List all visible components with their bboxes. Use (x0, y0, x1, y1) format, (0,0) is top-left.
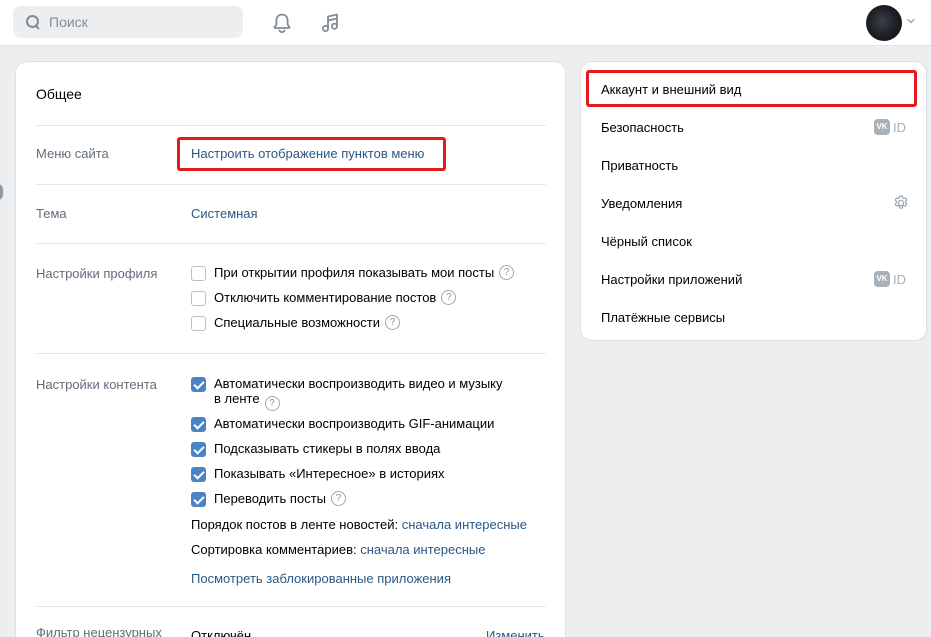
bell-icon[interactable] (270, 11, 294, 35)
checkbox[interactable] (191, 291, 206, 306)
checkbox[interactable] (191, 316, 206, 331)
checkbox[interactable] (191, 266, 206, 281)
content-option-sticker-hints[interactable]: Подсказывать стикеры в полях ввода (191, 441, 440, 457)
sidebar-item-notifications[interactable]: Уведомления (601, 196, 682, 211)
checkbox-checked[interactable] (191, 377, 206, 392)
sidebar-item-privacy[interactable]: Приватность (601, 158, 678, 173)
profile-option-show-posts[interactable]: При открытии профиля показывать мои пост… (191, 265, 515, 281)
content-settings-label: Настройки контента (36, 377, 157, 392)
sidebar-item-account[interactable]: Аккаунт и внешний вид (601, 82, 741, 97)
divider (36, 353, 546, 354)
option-label: Показывать «Интересное» в историях (214, 466, 445, 481)
help-icon[interactable]: ? (384, 315, 400, 330)
sidebar-item-app-settings[interactable]: Настройки приложений (601, 272, 742, 287)
vk-logo-icon: VK (874, 271, 890, 287)
divider (36, 184, 546, 185)
vk-id-text: ID (893, 119, 906, 135)
search-icon (26, 15, 40, 29)
feed-order-link[interactable]: сначала интересные (402, 517, 527, 532)
page-title: Общее (36, 86, 82, 102)
profanity-filter-value: Отключён (191, 628, 252, 637)
search-box[interactable] (13, 6, 243, 38)
profanity-filter-label: Фильтр нецензурных (36, 625, 162, 637)
option-label: Автоматически воспроизводить видео и муз… (214, 376, 503, 391)
theme-label: Тема (36, 206, 67, 221)
blocked-apps-link[interactable]: Посмотреть заблокированные приложения (191, 571, 451, 586)
help-icon[interactable]: ? (499, 265, 515, 280)
checkbox-checked[interactable] (191, 442, 206, 457)
help-icon[interactable]: ? (264, 396, 280, 411)
divider (36, 125, 546, 126)
profile-settings-label: Настройки профиля (36, 266, 158, 281)
feed-order-row: Порядок постов в ленте новостей: сначала… (191, 517, 527, 532)
option-label-wrap: Автоматически воспроизводить видео и муз… (214, 376, 503, 411)
sidebar-item-security[interactable]: Безопасность (601, 120, 684, 135)
divider (36, 243, 546, 244)
comments-sort-label: Сортировка комментариев: (191, 542, 357, 557)
option-label: При открытии профиля показывать мои пост… (214, 265, 495, 280)
checkbox-checked[interactable] (191, 467, 206, 482)
option-label: Автоматически воспроизводить GIF-анимаци… (214, 416, 495, 431)
option-label: в ленте (214, 391, 260, 406)
vk-id-badge: VK ID (874, 271, 906, 287)
content-option-autoplay-video[interactable]: Автоматически воспроизводить видео и муз… (191, 376, 503, 411)
search-input[interactable] (49, 14, 229, 30)
avatar[interactable] (866, 5, 902, 41)
sidebar-item-blacklist[interactable]: Чёрный список (601, 234, 692, 249)
help-icon[interactable]: ? (331, 491, 346, 506)
divider (36, 606, 546, 607)
option-label: Подсказывать стикеры в полях ввода (214, 441, 441, 456)
site-menu-label: Меню сайта (36, 146, 109, 161)
vk-logo-icon: VK (874, 119, 890, 135)
sidebar-item-payments[interactable]: Платёжные сервисы (601, 310, 725, 325)
comments-sort-row: Сортировка комментариев: сначала интерес… (191, 542, 485, 557)
configure-menu-link[interactable]: Настроить отображение пунктов меню (191, 146, 424, 161)
scroll-handle[interactable] (0, 184, 3, 200)
music-icon[interactable] (318, 11, 342, 35)
option-label: Переводить посты (214, 491, 326, 506)
help-icon[interactable]: ? (441, 290, 457, 305)
option-label: Отключить комментирование постов (214, 290, 437, 305)
checkbox-checked[interactable] (191, 492, 206, 507)
top-header (0, 0, 931, 46)
profile-option-disable-comments[interactable]: Отключить комментирование постов ? (191, 290, 457, 306)
profile-option-accessibility[interactable]: Специальные возможности ? (191, 315, 400, 331)
content-option-interesting-stories[interactable]: Показывать «Интересное» в историях (191, 466, 445, 482)
vk-id-text: ID (893, 271, 906, 287)
feed-order-label: Порядок постов в ленте новостей: (191, 517, 399, 532)
settings-nav: Аккаунт и внешний вид Безопасность VK ID… (580, 61, 927, 341)
chevron-down-icon[interactable] (906, 16, 916, 26)
content-option-translate-posts[interactable]: Переводить посты ? (191, 491, 346, 507)
option-label: Специальные возможности (214, 315, 380, 330)
theme-link[interactable]: Системная (191, 206, 258, 221)
settings-general-panel: Общее Меню сайта Настроить отображение п… (15, 61, 566, 637)
profanity-filter-change-link[interactable]: Изменить (486, 628, 545, 637)
comments-sort-link[interactable]: сначала интересные (360, 542, 485, 557)
checkbox-checked[interactable] (191, 417, 206, 432)
gear-icon[interactable] (892, 194, 910, 212)
content-option-autoplay-gif[interactable]: Автоматически воспроизводить GIF-анимаци… (191, 416, 494, 432)
vk-id-badge: VK ID (874, 119, 906, 135)
